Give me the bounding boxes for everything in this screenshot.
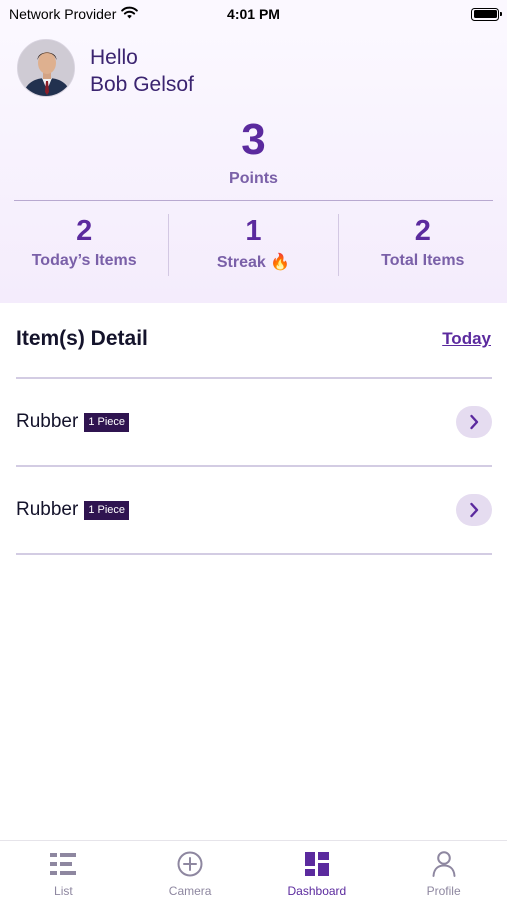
status-left: Network Provider xyxy=(9,6,139,22)
person-icon xyxy=(430,850,458,878)
header-divider xyxy=(14,200,493,201)
list-icon xyxy=(49,850,77,878)
stat-value: 2 xyxy=(414,215,431,247)
greeting: Hello Bob Gelsof xyxy=(90,44,194,98)
item-name: Rubber xyxy=(16,411,79,432)
tab-dashboard[interactable]: Dashboard xyxy=(254,841,381,900)
detail-title: Item(s) Detail xyxy=(16,327,148,350)
add-circle-icon xyxy=(176,850,204,878)
today-filter-link[interactable]: Today xyxy=(442,329,491,349)
detail-header: Item(s) Detail Today xyxy=(16,327,491,351)
wifi-icon xyxy=(121,6,139,22)
stat-value: 2 xyxy=(76,215,93,247)
avatar[interactable] xyxy=(17,39,75,97)
list-divider xyxy=(16,553,492,555)
stat-label: Streak 🔥 xyxy=(216,254,291,271)
item-name: Rubber xyxy=(16,499,79,520)
points-value: 3 xyxy=(241,115,266,164)
tab-label: Camera xyxy=(168,884,212,898)
carrier-label: Network Provider xyxy=(9,6,117,22)
status-bar: Network Provider 4:01 PM xyxy=(0,0,507,28)
greeting-hello: Hello xyxy=(90,46,138,69)
tab-profile[interactable]: Profile xyxy=(380,841,507,900)
item-detail-button[interactable] xyxy=(456,494,492,526)
item-list: Rubber 1 Piece Rubber 1 Piece xyxy=(16,377,492,555)
stat-total-items: 2 Total Items xyxy=(339,212,507,278)
item-info: Rubber 1 Piece xyxy=(16,499,130,521)
stat-label: Today’s Items xyxy=(31,252,137,269)
dashboard-header: Hello Bob Gelsof 3 Points 2 Today’s Item… xyxy=(0,28,507,303)
list-item[interactable]: Rubber 1 Piece xyxy=(16,467,492,553)
list-item[interactable]: Rubber 1 Piece xyxy=(16,379,492,465)
chevron-right-icon xyxy=(470,414,479,430)
dashboard-icon xyxy=(303,850,331,878)
quantity-badge: 1 Piece xyxy=(84,500,130,520)
chevron-right-icon xyxy=(470,502,479,518)
battery-icon xyxy=(471,7,502,21)
tab-list[interactable]: List xyxy=(0,841,127,900)
stat-value: 1 xyxy=(245,215,262,247)
stat-label: Total Items xyxy=(381,252,465,269)
user-name: Bob Gelsof xyxy=(90,73,194,96)
tab-label: List xyxy=(54,884,73,898)
points-label: Points xyxy=(229,170,278,187)
item-info: Rubber 1 Piece xyxy=(16,411,130,433)
quantity-badge: 1 Piece xyxy=(84,412,130,432)
stats-row: 2 Today’s Items 1 Streak 🔥 2 Total Items xyxy=(0,212,507,278)
tab-label: Profile xyxy=(426,884,461,898)
item-detail-button[interactable] xyxy=(456,406,492,438)
stat-streak: 1 Streak 🔥 xyxy=(169,212,337,278)
stat-todays-items: 2 Today’s Items xyxy=(0,212,168,278)
tab-camera[interactable]: Camera xyxy=(127,841,254,900)
tab-label: Dashboard xyxy=(287,884,347,898)
points-summary: 3 Points xyxy=(0,116,507,188)
tab-bar: List Camera Dashboard Profile xyxy=(0,840,507,900)
